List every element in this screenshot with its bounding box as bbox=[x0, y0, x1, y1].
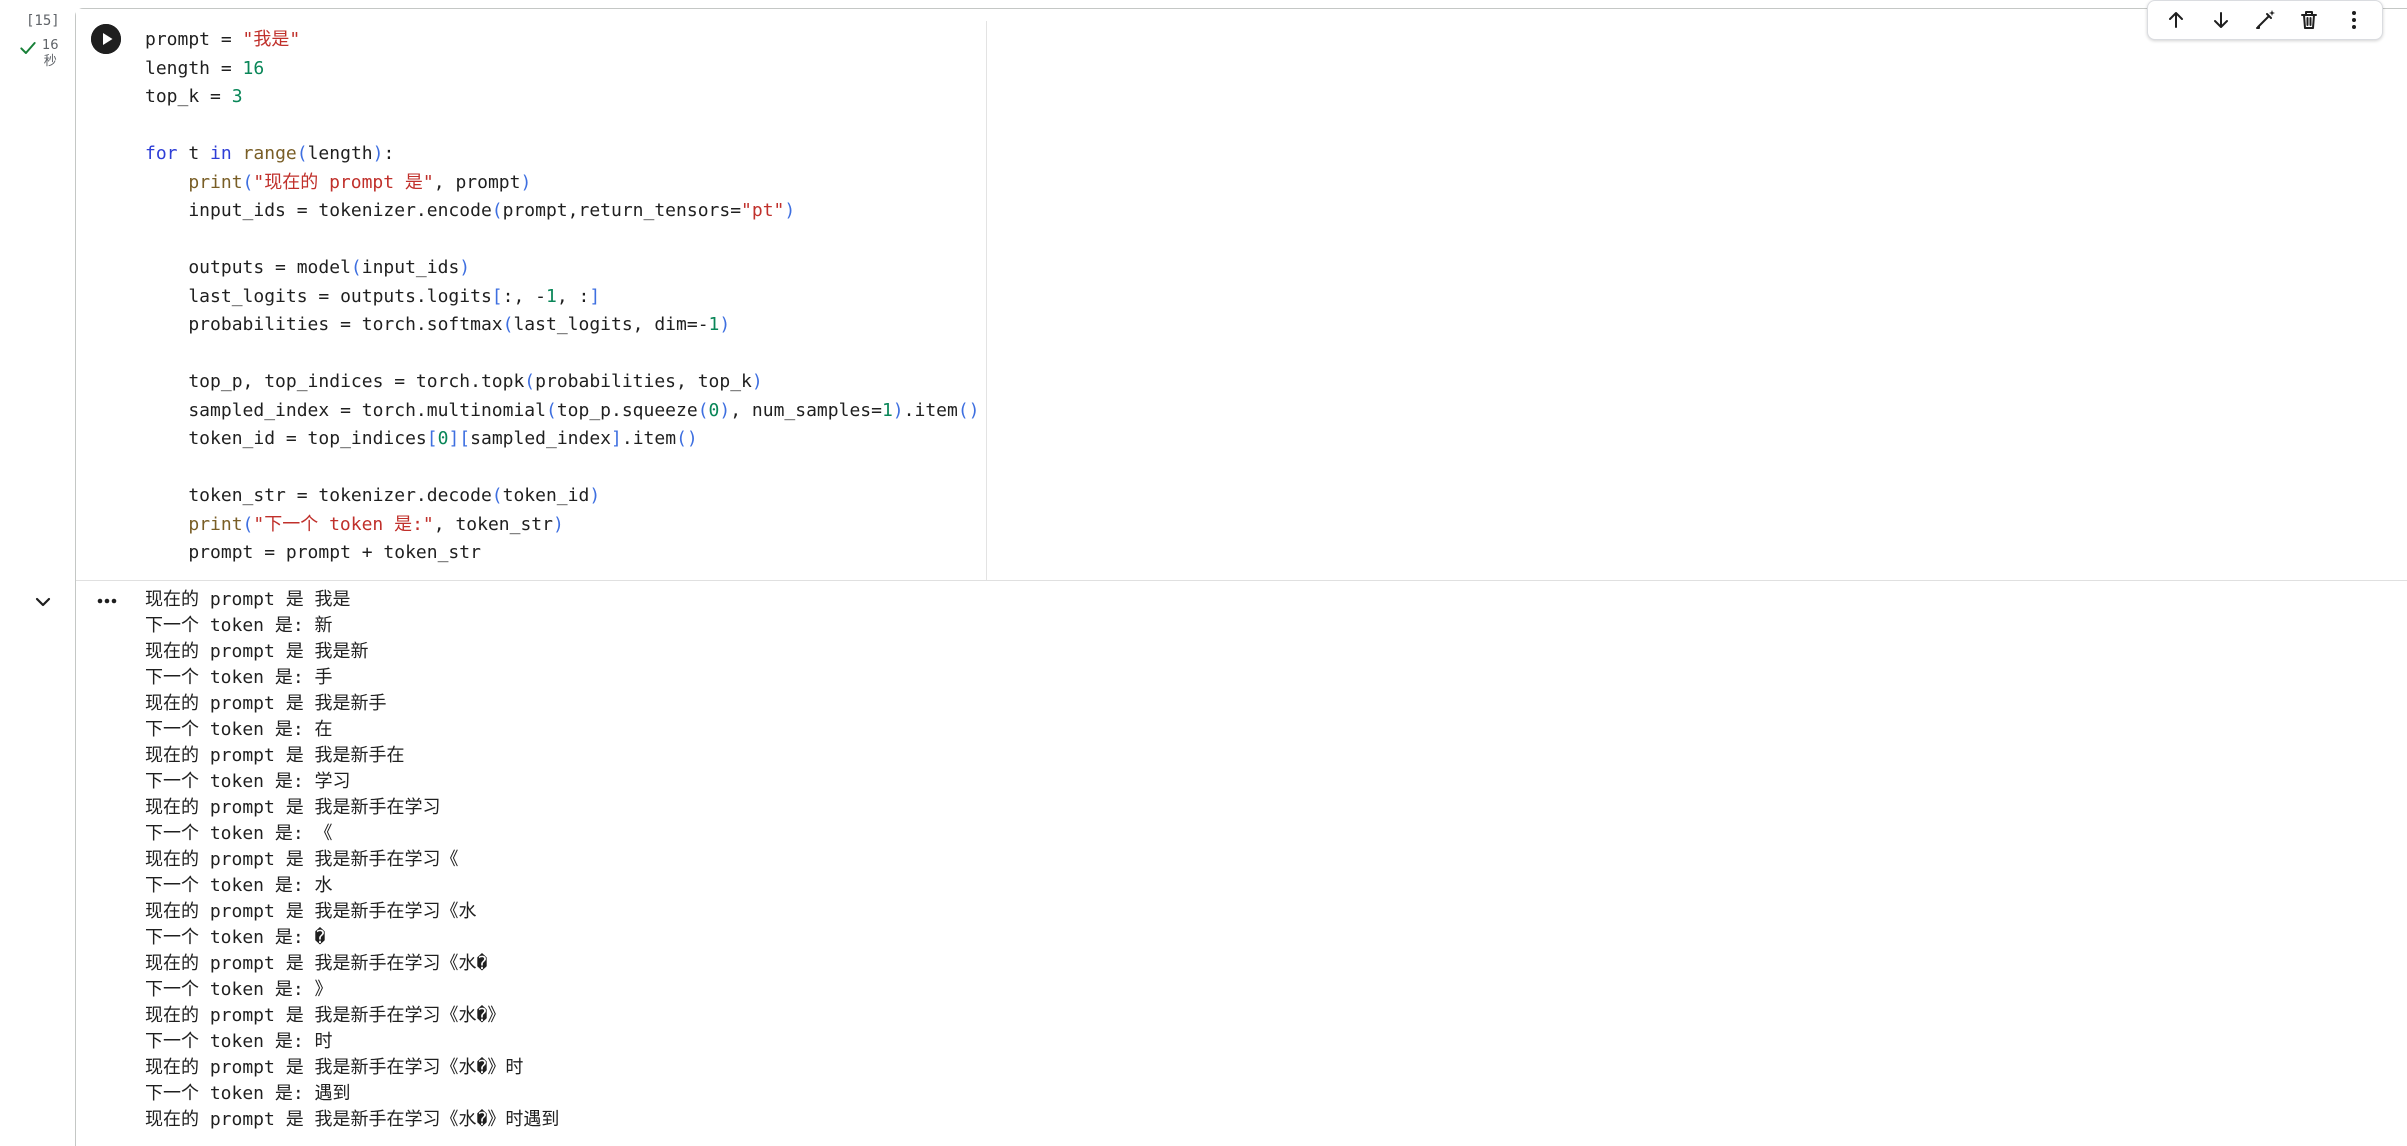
output-line: 下一个 token 是: 新 bbox=[145, 615, 333, 636]
play-icon bbox=[91, 24, 121, 54]
output-line: 下一个 token 是: 《 bbox=[145, 823, 333, 844]
code-line: top_p, top_indices = torch.topk(probabil… bbox=[145, 371, 763, 392]
chevron-down-icon[interactable] bbox=[31, 590, 55, 614]
code-line: prompt = "我是" bbox=[145, 29, 301, 50]
output-line: 现在的 prompt 是 我是新手在学习《水�》时 bbox=[145, 1057, 524, 1078]
delete-cell-button[interactable] bbox=[2291, 2, 2327, 38]
edit-with-ai-button[interactable] bbox=[2247, 2, 2283, 38]
code-line: outputs = model(input_ids) bbox=[145, 257, 471, 278]
arrow-up-icon bbox=[2169, 12, 2184, 28]
output-line: 下一个 token 是: 遇到 bbox=[145, 1083, 351, 1104]
run-time: 16 秒 bbox=[42, 38, 59, 70]
output-line: 下一个 token 是: 在 bbox=[145, 719, 333, 740]
code-line: length = 16 bbox=[145, 57, 265, 79]
cell-gutter: [15] 16 秒 bbox=[0, 0, 75, 1146]
output-line: 现在的 prompt 是 我是 bbox=[145, 589, 351, 610]
more-options-button[interactable] bbox=[2336, 2, 2372, 38]
ruler-line bbox=[986, 21, 987, 580]
output-line: 现在的 prompt 是 我是新手在学习 bbox=[145, 797, 441, 818]
code-cell[interactable]: prompt = "我是" length = 16 top_k = 3 for t … bbox=[35, 8, 2407, 1146]
code-line: top_k = 3 bbox=[145, 86, 243, 107]
code-content[interactable]: prompt = "我是" length = 16 top_k = 3 for t … bbox=[145, 26, 980, 568]
output-line: 现在的 prompt 是 我是新手在学习《水 bbox=[145, 901, 477, 922]
output-line: 现在的 prompt 是 我是新手在 bbox=[145, 745, 405, 766]
output-line: 下一个 token 是: 学习 bbox=[145, 771, 351, 792]
output-line: 下一个 token 是: 水 bbox=[145, 875, 333, 896]
run-time-value: 16 bbox=[42, 38, 59, 53]
code-line: sampled_index = torch.multinomial(top_p.… bbox=[145, 399, 980, 421]
run-status: 16 秒 bbox=[18, 38, 59, 70]
check-icon bbox=[20, 42, 36, 54]
code-line: for t in range(length): bbox=[145, 143, 395, 164]
cell-toolbar bbox=[2147, 0, 2383, 40]
output-line: 下一个 token 是: � bbox=[145, 927, 326, 948]
code-line: prompt = prompt + token_str bbox=[145, 542, 481, 563]
output-line: 现在的 prompt 是 我是新手在学习《水�》时遇到 bbox=[145, 1109, 560, 1130]
output-line: 现在的 prompt 是 我是新手在学习《水�》 bbox=[145, 1005, 506, 1026]
output-line: 现在的 prompt 是 我是新手在学习《 bbox=[145, 849, 459, 870]
arrow-down-icon bbox=[2213, 12, 2228, 28]
run-cell-button[interactable] bbox=[91, 24, 121, 54]
cell-output: 现在的 prompt 是 我是 下一个 token 是: 新现在的 prompt … bbox=[35, 581, 2407, 1146]
output-line: 下一个 token 是: 》 bbox=[145, 979, 333, 1000]
magic-pen-icon bbox=[2255, 10, 2275, 29]
more-vert-icon bbox=[2351, 11, 2356, 29]
move-cell-down-button[interactable] bbox=[2203, 2, 2239, 38]
output-actions-icon[interactable] bbox=[93, 593, 121, 609]
run-time-unit: 秒 bbox=[43, 54, 57, 69]
notebook-page: [15] 16 秒 prompt = "我是" length = 16 top_k … bbox=[0, 0, 2407, 1146]
output-line: 现在的 prompt 是 我是新手 bbox=[145, 693, 387, 714]
code-line: print("下一个 token 是:", token_str) bbox=[188, 513, 564, 535]
code-editor[interactable]: prompt = "我是" length = 16 top_k = 3 for t … bbox=[76, 9, 2407, 581]
output-line: 现在的 prompt 是 我是新 bbox=[145, 641, 369, 662]
output-text: 现在的 prompt 是 我是 下一个 token 是: 新现在的 prompt … bbox=[145, 587, 559, 1133]
trash-icon bbox=[2301, 11, 2318, 29]
code-line: print("现在的 prompt 是", prompt) bbox=[188, 171, 532, 193]
output-line: 下一个 token 是: 手 bbox=[145, 667, 333, 688]
code-line: token_id = top_indices[0][sampled_index]… bbox=[145, 428, 698, 449]
output-line: 下一个 token 是: 时 bbox=[145, 1031, 333, 1052]
code-line: last_logits = outputs.logits[:, -1, :] bbox=[145, 285, 601, 307]
move-cell-up-button[interactable] bbox=[2158, 2, 2194, 38]
code-line: probabilities = torch.softmax(last_logit… bbox=[145, 314, 731, 335]
code-line: input_ids = tokenizer.encode(prompt,retu… bbox=[145, 200, 796, 221]
code-line: token_str = tokenizer.decode(token_id) bbox=[145, 485, 601, 506]
execution-count: [15] bbox=[26, 13, 60, 29]
output-line: 现在的 prompt 是 我是新手在学习《水� bbox=[145, 953, 488, 974]
